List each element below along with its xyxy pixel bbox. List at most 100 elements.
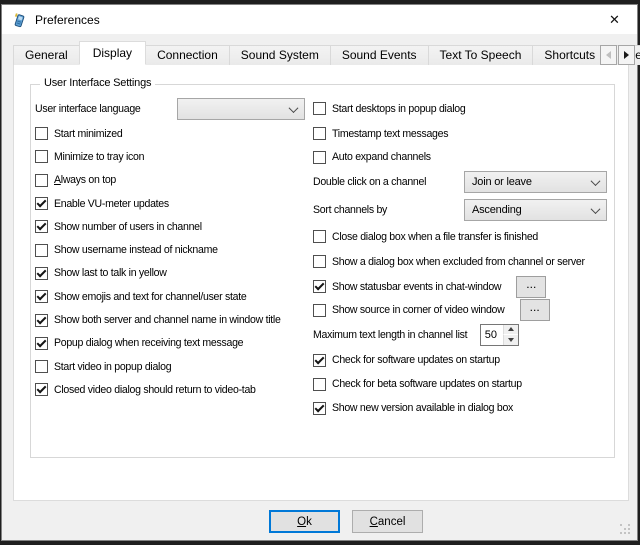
chevron-down-icon	[289, 103, 299, 113]
checkbox-row: Show emojis and text for channel/user st…	[35, 285, 305, 308]
language-select[interactable]	[177, 98, 305, 120]
statusbar-events-more-button[interactable]: ...	[516, 276, 546, 298]
double-click-select[interactable]: Join or leave	[464, 171, 607, 193]
minimize-to-tray-checkbox[interactable]	[35, 150, 48, 163]
server-channel-title-checkbox[interactable]	[35, 314, 48, 327]
resize-grip[interactable]	[619, 523, 632, 536]
checkbox-label: Show new version available in dialog box	[332, 402, 513, 414]
cancel-button[interactable]: Cancel	[352, 510, 423, 533]
tab-sound-events[interactable]: Sound Events	[330, 45, 429, 65]
tab-general[interactable]: General	[13, 45, 80, 65]
checkbox-label: Start desktops in popup dialog	[332, 103, 465, 115]
right-settings-column: Start desktops in popup dialog Timestamp…	[313, 96, 607, 420]
sort-channels-select[interactable]: Ascending	[464, 199, 607, 221]
checkbox-row: Popup dialog when receiving text message	[35, 332, 305, 355]
tab-sound-system[interactable]: Sound System	[229, 45, 331, 65]
tab-text-to-speech[interactable]: Text To Speech	[428, 45, 534, 65]
checkbox-label: Show number of users in channel	[54, 221, 202, 233]
checkbox-label: Timestamp text messages	[332, 128, 448, 140]
spin-down-button[interactable]	[503, 335, 518, 345]
tab-scroll-left-button[interactable]	[600, 45, 617, 65]
checkbox-row: Show username instead of nickname	[35, 238, 305, 261]
double-click-row: Double click on a channel Join or leave	[313, 168, 607, 196]
video-source-checkbox[interactable]	[313, 304, 326, 317]
spin-up-icon	[508, 327, 514, 331]
language-row: User interface language	[35, 96, 305, 122]
closed-video-return-checkbox[interactable]	[35, 383, 48, 396]
timestamp-checkbox[interactable]	[313, 127, 326, 140]
title-bar[interactable]: Preferences ✕	[2, 5, 637, 34]
checkbox-label: Show statusbar events in chat-window	[332, 281, 501, 293]
video-source-more-button[interactable]: ...	[520, 299, 550, 321]
excluded-dialog-checkbox[interactable]	[313, 255, 326, 268]
checkbox-label: Auto expand channels	[332, 151, 431, 163]
max-text-length-label: Maximum text length in channel list	[313, 329, 467, 341]
new-version-dialog-checkbox[interactable]	[313, 402, 326, 415]
checkbox-label: Show username instead of nickname	[54, 244, 218, 256]
sort-channels-row: Sort channels by Ascending	[313, 196, 607, 224]
left-settings-column: User interface language Start minimized …	[35, 96, 305, 402]
last-to-talk-checkbox[interactable]	[35, 267, 48, 280]
checkbox-label: Minimize to tray icon	[54, 151, 144, 163]
auto-expand-checkbox[interactable]	[313, 151, 326, 164]
vu-meter-checkbox[interactable]	[35, 197, 48, 210]
checkbox-row: Show last to talk in yellow	[35, 262, 305, 285]
spin-down-icon	[508, 338, 514, 342]
checkbox-row: Minimize to tray icon	[35, 145, 305, 168]
popup-text-message-checkbox[interactable]	[35, 337, 48, 350]
double-click-label: Double click on a channel	[313, 176, 426, 188]
checkbox-label: Show both server and channel name in win…	[54, 314, 281, 326]
ok-button-label: Ok	[297, 516, 312, 528]
language-label: User interface language	[35, 103, 141, 115]
statusbar-events-checkbox[interactable]	[313, 280, 326, 293]
close-icon: ✕	[609, 12, 620, 28]
beta-updates-checkbox[interactable]	[313, 378, 326, 391]
checkbox-label: Check for software updates on startup	[332, 354, 500, 366]
checkbox-row: Check for software updates on startup	[313, 348, 607, 372]
video-popup-checkbox[interactable]	[35, 360, 48, 373]
checkbox-label: Show a dialog box when excluded from cha…	[332, 256, 585, 268]
ok-button[interactable]: Ok	[269, 510, 340, 533]
window-title: Preferences	[35, 13, 100, 27]
tab-shortcuts[interactable]: Shortcuts	[532, 45, 607, 65]
spin-up-button[interactable]	[503, 325, 518, 336]
desktops-popup-checkbox[interactable]	[313, 102, 326, 115]
tab-connection[interactable]: Connection	[145, 45, 230, 65]
checkbox-row: Close dialog box when a file transfer is…	[313, 224, 607, 249]
checkbox-row: Show a dialog box when excluded from cha…	[313, 249, 607, 274]
statusbar-events-row: Show statusbar events in chat-window ...	[313, 274, 607, 299]
sort-channels-label: Sort channels by	[313, 204, 387, 216]
always-on-top-checkbox[interactable]	[35, 174, 48, 187]
screen: Preferences ✕ General Display Connection…	[0, 0, 640, 545]
checkbox-label: Enable VU-meter updates	[54, 198, 169, 210]
close-button[interactable]: ✕	[592, 5, 637, 34]
tab-display[interactable]: Display	[79, 41, 146, 65]
checkbox-row: Start desktops in popup dialog	[313, 96, 607, 121]
checkbox-label: Closed video dialog should return to vid…	[54, 384, 256, 396]
tab-scroll-buttons	[599, 45, 635, 65]
max-text-length-spinner[interactable]: 50	[480, 324, 519, 346]
checkbox-row: Show number of users in channel	[35, 215, 305, 238]
show-username-checkbox[interactable]	[35, 244, 48, 257]
close-on-transfer-checkbox[interactable]	[313, 230, 326, 243]
double-click-value: Join or leave	[472, 176, 532, 188]
emojis-checkbox[interactable]	[35, 290, 48, 303]
start-minimized-checkbox[interactable]	[35, 127, 48, 140]
spinner-buttons	[503, 325, 518, 345]
tab-scroll-right-button[interactable]	[618, 45, 635, 65]
checkbox-label: Popup dialog when receiving text message	[54, 337, 243, 349]
checkbox-label: Close dialog box when a file transfer is…	[332, 231, 538, 243]
checkbox-row: Enable VU-meter updates	[35, 192, 305, 215]
checkbox-row: Closed video dialog should return to vid…	[35, 378, 305, 401]
checkbox-label: Show source in corner of video window	[332, 304, 504, 316]
checkbox-row: Show new version available in dialog box	[313, 396, 607, 420]
display-tab-panel: User Interface Settings User interface l…	[13, 64, 629, 501]
checkbox-row: Timestamp text messages	[313, 121, 607, 146]
show-user-count-checkbox[interactable]	[35, 220, 48, 233]
checkbox-label: Check for beta software updates on start…	[332, 378, 522, 390]
checkbox-label: Show last to talk in yellow	[54, 267, 167, 279]
checkbox-label: Always on top	[54, 174, 116, 186]
max-text-length-row: Maximum text length in channel list 50	[313, 321, 607, 348]
software-updates-checkbox[interactable]	[313, 354, 326, 367]
checkbox-row: Always on top	[35, 169, 305, 192]
